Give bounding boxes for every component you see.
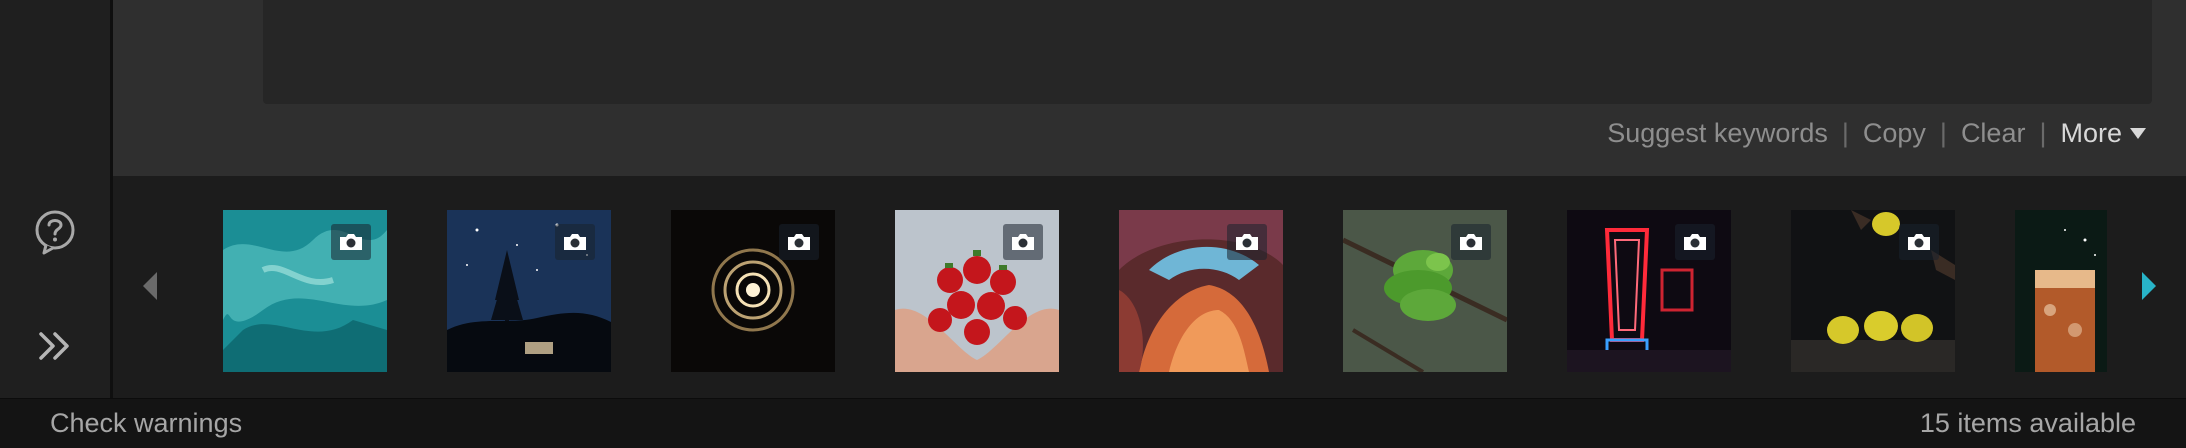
help-button[interactable] [29, 206, 81, 258]
filmstrip-next-button[interactable] [2142, 272, 2156, 300]
camera-badge [1451, 224, 1491, 260]
question-circle-icon [35, 210, 75, 255]
clear-link[interactable]: Clear [1961, 118, 2026, 149]
camera-icon [1908, 234, 1930, 250]
double-chevron-right-icon [39, 332, 69, 360]
separator: | [2039, 117, 2047, 148]
camera-badge [779, 224, 819, 260]
items-available-count: 15 items available [1919, 408, 2136, 438]
thumbnail-image [2015, 210, 2107, 372]
camera-icon [1684, 234, 1706, 250]
separator: | [1841, 117, 1849, 148]
camera-icon [1460, 234, 1482, 250]
more-label: More [2060, 117, 2122, 148]
thumbnail-lemons-on-table[interactable] [1791, 210, 1955, 372]
camera-icon [1236, 234, 1258, 250]
camera-badge [331, 224, 371, 260]
thumbnail-starry-night-forest[interactable] [447, 210, 611, 372]
keyword-actions: Suggest keywords | Copy | Clear | More [1607, 114, 2146, 152]
left-rail [0, 0, 113, 398]
camera-icon [788, 234, 810, 250]
thumbnail-strawberries-in-hands[interactable] [895, 210, 1059, 372]
filmstrip-prev-button[interactable] [143, 272, 157, 300]
camera-badge [1003, 224, 1043, 260]
thumbnail-list [223, 210, 2186, 372]
copy-link[interactable]: Copy [1863, 118, 1926, 149]
expand-panel-button[interactable] [29, 320, 81, 372]
thumbnail-iced-drink[interactable] [2015, 210, 2107, 372]
keyword-editor[interactable] [263, 0, 2152, 104]
camera-badge [555, 224, 595, 260]
camera-icon [340, 234, 362, 250]
check-warnings-link[interactable]: Check warnings [50, 408, 242, 439]
suggest-keywords-link[interactable]: Suggest keywords [1607, 118, 1828, 149]
camera-badge [1227, 224, 1267, 260]
status-bar: Check warnings 15 items available [0, 398, 2186, 448]
thumbnail-turquoise-water[interactable] [223, 210, 387, 372]
thumbnail-antelope-canyon[interactable] [1119, 210, 1283, 372]
camera-icon [564, 234, 586, 250]
more-menu-button[interactable]: More [2060, 118, 2146, 149]
camera-badge [1899, 224, 1939, 260]
separator: | [1939, 117, 1947, 148]
thumbnail-green-snake[interactable] [1343, 210, 1507, 372]
thumbnail-light-spiral[interactable] [671, 210, 835, 372]
thumbnail-neon-sign[interactable] [1567, 210, 1731, 372]
chevron-down-icon [2130, 127, 2146, 139]
filmstrip [113, 176, 2186, 398]
camera-icon [1012, 234, 1034, 250]
keyword-panel: Suggest keywords | Copy | Clear | More [113, 0, 2186, 176]
camera-badge [1675, 224, 1715, 260]
